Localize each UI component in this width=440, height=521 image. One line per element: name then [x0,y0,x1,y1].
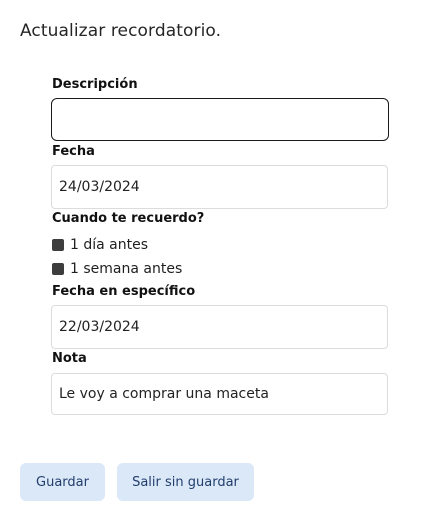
date-label: Fecha [52,144,95,159]
reminder-option-label: 1 semana antes [70,261,183,277]
reminder-label: Cuando te recuerdo? [52,211,205,226]
checkbox-icon[interactable] [52,263,64,275]
checkbox-icon[interactable] [52,239,64,251]
note-input[interactable]: Le voy a comprar una maceta [51,373,388,415]
note-label: Nota [52,351,87,366]
description-input[interactable] [51,98,389,141]
specific-date-label: Fecha en específico [52,284,196,299]
description-label: Descripción [52,77,138,92]
reminder-option-label: 1 día antes [70,237,149,253]
dialog-title: Actualizar recordatorio. [20,21,222,41]
date-input[interactable]: 24/03/2024 [51,165,388,209]
save-button[interactable]: Guardar [20,463,105,501]
reminder-option-1-week[interactable]: 1 semana antes [52,261,182,277]
specific-date-input[interactable]: 22/03/2024 [51,305,388,349]
reminder-option-1-day[interactable]: 1 día antes [52,237,148,253]
exit-without-saving-button[interactable]: Salir sin guardar [117,463,254,501]
